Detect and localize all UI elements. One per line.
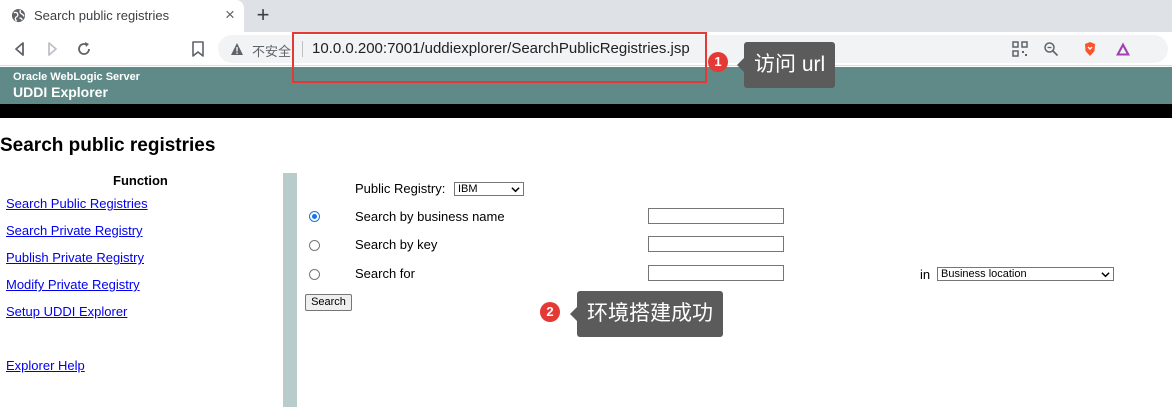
security-label[interactable]: 不安全 bbox=[252, 41, 291, 60]
warning-icon[interactable] bbox=[230, 42, 244, 56]
product-name: Oracle WebLogic Server bbox=[13, 71, 140, 83]
search-for-input[interactable] bbox=[648, 265, 784, 281]
annotation-badge-1: 1 bbox=[708, 52, 728, 72]
reload-icon[interactable] bbox=[74, 39, 94, 59]
sidebar-item-help[interactable]: Explorer Help bbox=[6, 358, 85, 373]
qr-code-icon[interactable] bbox=[1012, 41, 1028, 57]
in-label: in bbox=[920, 267, 931, 282]
key-label: Search by key bbox=[355, 237, 438, 252]
registry-label: Public Registry: bbox=[355, 181, 446, 196]
sidebar-item-search-public[interactable]: Search Public Registries bbox=[6, 196, 148, 211]
zoom-icon[interactable] bbox=[1043, 41, 1059, 57]
business-name-input[interactable] bbox=[648, 208, 784, 224]
bookmark-icon[interactable] bbox=[188, 39, 208, 59]
key-input[interactable] bbox=[648, 236, 784, 252]
function-heading: Function bbox=[113, 173, 168, 188]
page-title: Search public registries bbox=[0, 135, 216, 156]
app-name: UDDI Explorer bbox=[13, 84, 108, 100]
chevron-down-icon bbox=[1101, 272, 1110, 278]
close-tab-icon[interactable]: × bbox=[221, 6, 239, 24]
forward-icon[interactable] bbox=[42, 39, 62, 59]
search-for-label: Search for bbox=[355, 266, 415, 281]
search-button[interactable]: Search bbox=[305, 294, 352, 311]
registry-select[interactable]: IBM bbox=[454, 182, 524, 196]
sidebar-item-publish-private[interactable]: Publish Private Registry bbox=[6, 250, 144, 265]
back-icon[interactable] bbox=[10, 39, 30, 59]
location-select-value: Business location bbox=[941, 268, 1027, 280]
tab-title: Search public registries bbox=[34, 8, 170, 23]
annotation-badge-2: 2 bbox=[540, 302, 560, 322]
radio-search-for[interactable] bbox=[309, 269, 320, 280]
url-highlight-box bbox=[292, 32, 707, 83]
annotation-callout-1: 访问 url bbox=[736, 42, 836, 88]
tab-strip: Search public registries × + bbox=[0, 0, 1172, 32]
sidebar-item-setup[interactable]: Setup UDDI Explorer bbox=[6, 304, 127, 319]
chevron-down-icon bbox=[511, 187, 520, 193]
browser-window: Search public registries × + 不安全 10.0.0.… bbox=[0, 0, 1172, 407]
sidebar-item-modify-private[interactable]: Modify Private Registry bbox=[6, 277, 140, 292]
radio-business-name[interactable] bbox=[309, 211, 320, 222]
sidebar-item-search-private[interactable]: Search Private Registry bbox=[6, 223, 143, 238]
sidebar-divider bbox=[283, 173, 297, 407]
annotation-callout-2: 环境搭建成功 bbox=[570, 291, 723, 337]
header-divider bbox=[0, 104, 1172, 118]
new-tab-button[interactable]: + bbox=[252, 4, 274, 26]
registry-select-value: IBM bbox=[458, 183, 478, 195]
brave-shield-icon[interactable] bbox=[1082, 41, 1098, 57]
brave-rewards-icon[interactable] bbox=[1115, 41, 1131, 57]
business-name-label: Search by business name bbox=[355, 209, 505, 224]
globe-icon bbox=[11, 8, 26, 23]
location-select[interactable]: Business location bbox=[937, 267, 1114, 281]
radio-key[interactable] bbox=[309, 240, 320, 251]
active-tab[interactable]: Search public registries × bbox=[0, 0, 244, 32]
